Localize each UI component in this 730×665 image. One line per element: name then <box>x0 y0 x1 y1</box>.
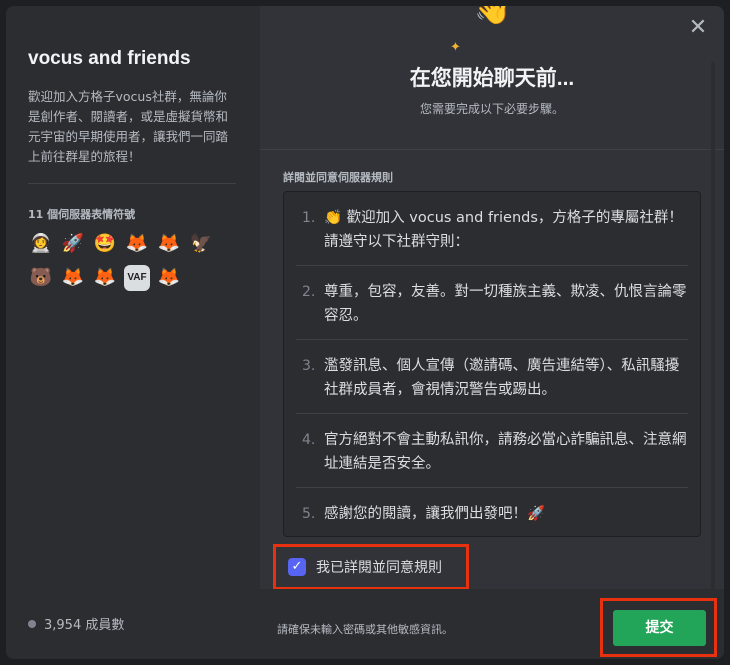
checkmark-icon[interactable]: ✓ <box>288 558 306 576</box>
rules-screening-modal: vocus and friends 歡迎加入方格子vocus社群，無論你是創作者… <box>6 6 724 659</box>
scrollbar[interactable] <box>711 62 715 592</box>
emoji-grid: 👩‍🚀 🚀 🤩 🦊 🦊 🦅 🐻 🦊 🦊 VAF 🦊 <box>28 231 238 291</box>
face-emoji-icon[interactable]: 🤩 <box>92 231 118 257</box>
rule-number: 3. <box>302 358 316 374</box>
modal-footer: 請確保未輸入密碼或其他敏感資訊。 提交 <box>260 589 724 659</box>
fox-emoji-icon-1[interactable]: 🦊 <box>124 231 150 257</box>
rule-item: 5. 感謝您的閱讀，讓我們出發吧！🚀 <box>296 488 688 536</box>
rule-number: 2. <box>302 284 316 300</box>
footer-note: 請確保未輸入密碼或其他敏感資訊。 <box>277 623 453 636</box>
rules-section-title: 詳閱並同意伺服器規則 <box>283 171 393 184</box>
rule-item: 3. 濫發訊息、個人宣傳（邀請碼、廣告連結等）、私訊騷擾社群成員者，會視情況警告或… <box>296 340 688 414</box>
rule-text: 濫發訊息、個人宣傳（邀請碼、廣告連結等）、私訊騷擾社群成員者，會視情況警告或踢出… <box>324 358 680 398</box>
server-info-panel: vocus and friends 歡迎加入方格子vocus社群，無論你是創作者… <box>6 6 260 659</box>
fox-emoji-icon-3[interactable]: 🦊 <box>60 265 86 291</box>
rule-number: 4. <box>302 432 316 448</box>
waving-hand-icon: 👋 <box>474 6 512 27</box>
rules-list: 1. 👏 歡迎加入 vocus and friends，方格子的專屬社群！請遵守以… <box>283 191 701 537</box>
rule-item: 1. 👏 歡迎加入 vocus and friends，方格子的專屬社群！請遵守以… <box>296 192 688 266</box>
rule-text: 感謝您的閱讀，讓我們出發吧！🚀 <box>324 506 546 522</box>
server-description: 歡迎加入方格子vocus社群，無論你是創作者、閱讀者，或是虛擬貨幣和元宇宙的早期… <box>28 89 229 164</box>
vaf-emoji-icon[interactable]: VAF <box>124 265 150 291</box>
submit-button[interactable]: 提交 <box>613 610 706 646</box>
server-name: vocus and friends <box>28 48 191 69</box>
rocket-emoji-icon[interactable]: 🚀 <box>60 231 86 257</box>
close-icon[interactable]: ✕ <box>686 16 710 40</box>
member-dot-icon <box>28 619 36 628</box>
bear-emoji-icon[interactable]: 🐻 <box>28 265 54 291</box>
divider <box>28 183 236 184</box>
member-count: 3,954 成員數 <box>28 614 124 633</box>
fox-emoji-icon-4[interactable]: 🦊 <box>92 265 118 291</box>
agree-rules-checkbox[interactable]: ✓ 我已詳閱並同意規則 <box>273 544 469 590</box>
rules-panel: 👋 ✦ ✕ 在您開始聊天前... 您需要完成以下必要步驟。 詳閱並同意伺服器規則… <box>260 6 724 659</box>
divider <box>260 149 724 150</box>
rule-text: 👏 歡迎加入 vocus and friends，方格子的專屬社群！請遵守以下社… <box>324 210 683 250</box>
rule-number: 1. <box>302 210 316 226</box>
agree-rules-label: 我已詳閱並同意規則 <box>316 560 442 576</box>
emoji-section-title: 11 個伺服器表情符號 <box>28 208 136 221</box>
rule-number: 5. <box>302 506 316 522</box>
astronaut-emoji-icon[interactable]: 👩‍🚀 <box>28 231 54 257</box>
modal-title: 在您開始聊天前... <box>409 67 575 90</box>
rule-text: 尊重，包容，友善。對一切種族主義、欺凌、仇恨言論零容忍。 <box>324 284 687 324</box>
rule-item: 4. 官方絕對不會主動私訊你，請務必當心詐騙訊息、注意網址連結是否安全。 <box>296 414 688 488</box>
submit-highlight: 提交 <box>600 598 717 657</box>
rule-text: 官方絕對不會主動私訊你，請務必當心詐騙訊息、注意網址連結是否安全。 <box>324 432 687 472</box>
fox-emoji-icon-5[interactable]: 🦊 <box>156 265 182 291</box>
member-count-label: 3,954 成員數 <box>44 618 125 633</box>
bird-emoji-icon[interactable]: 🦅 <box>188 231 214 257</box>
rule-item: 2. 尊重，包容，友善。對一切種族主義、欺凌、仇恨言論零容忍。 <box>296 266 688 340</box>
fox-emoji-icon-2[interactable]: 🦊 <box>156 231 182 257</box>
sparkle-icon: ✦ <box>450 40 461 55</box>
modal-subtitle: 您需要完成以下必要步驟。 <box>419 102 564 116</box>
